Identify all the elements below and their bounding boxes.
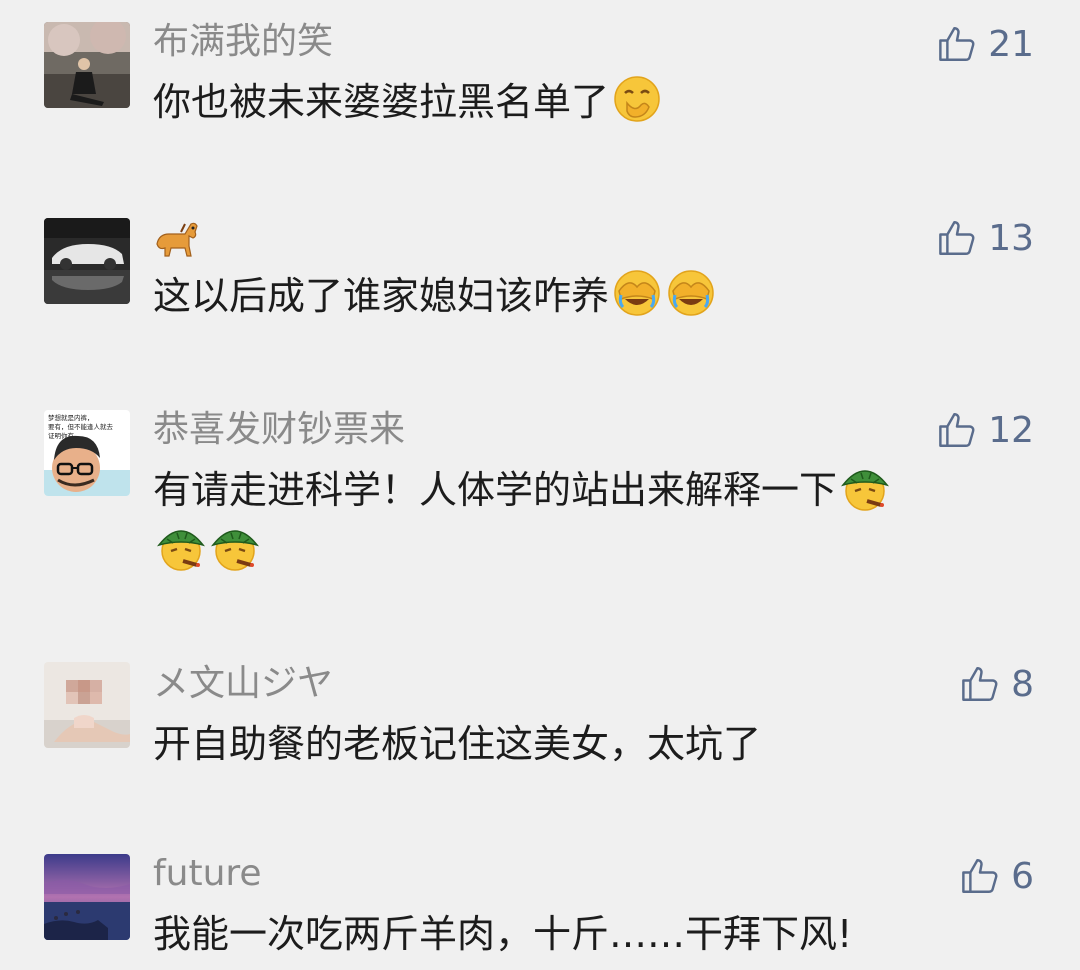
- comment-text: 有请走进科学！人体学的站出来解释一下: [153, 460, 1033, 580]
- thumbs-up-icon: [939, 413, 975, 447]
- username[interactable]: 恭喜发财钞票来: [153, 408, 405, 452]
- comment-text: 你也被未来婆婆拉黑名单了: [153, 72, 1033, 132]
- thumbs-up-icon: [962, 667, 998, 701]
- username[interactable]: future: [153, 852, 262, 896]
- like-count: 12: [988, 409, 1034, 451]
- avatar-caption-line: 要有，但不能逢人就去: [48, 422, 114, 431]
- thumbs-up-icon: [939, 221, 975, 255]
- facepalm-laugh-emoji: [665, 267, 717, 319]
- thumbs-up-icon: [939, 27, 975, 61]
- thumbs-up-icon: [962, 859, 998, 893]
- avatar-caption-line: 梦想就是内裤，: [48, 413, 94, 422]
- username[interactable]: [153, 214, 201, 265]
- turtle-hat-emoji: [209, 521, 261, 573]
- like-button[interactable]: 13: [936, 216, 1034, 260]
- username[interactable]: メ文山ジヤ: [153, 662, 333, 706]
- avatar[interactable]: [44, 218, 130, 304]
- avatar[interactable]: 梦想就是内裤， 要有，但不能逢人就去 证明你有……: [44, 410, 130, 496]
- avatar[interactable]: [44, 22, 130, 108]
- like-count: 8: [1011, 663, 1034, 705]
- avatar[interactable]: [44, 854, 130, 940]
- like-button[interactable]: 6: [959, 854, 1034, 898]
- like-button[interactable]: 12: [936, 408, 1034, 452]
- username[interactable]: 布满我的笑: [153, 20, 333, 64]
- facepalm-laugh-emoji: [611, 267, 663, 319]
- avatar[interactable]: [44, 662, 130, 748]
- like-button[interactable]: 21: [936, 22, 1034, 66]
- like-count: 6: [1011, 855, 1034, 897]
- comment-text: 我能一次吃两斤羊肉，十斤……干拜下风!: [153, 912, 853, 956]
- comment-text: 这以后成了谁家媳妇该咋养: [153, 266, 1033, 326]
- like-button[interactable]: 8: [959, 662, 1034, 706]
- comment-text: 开自助餐的老板记住这美女，太坑了: [153, 722, 762, 766]
- like-count: 21: [988, 23, 1034, 65]
- horse-emoji: [153, 214, 201, 262]
- like-count: 13: [988, 217, 1034, 259]
- hand-over-mouth-emoji: [611, 73, 663, 125]
- turtle-hat-emoji: [839, 461, 891, 513]
- turtle-hat-emoji: [155, 521, 207, 573]
